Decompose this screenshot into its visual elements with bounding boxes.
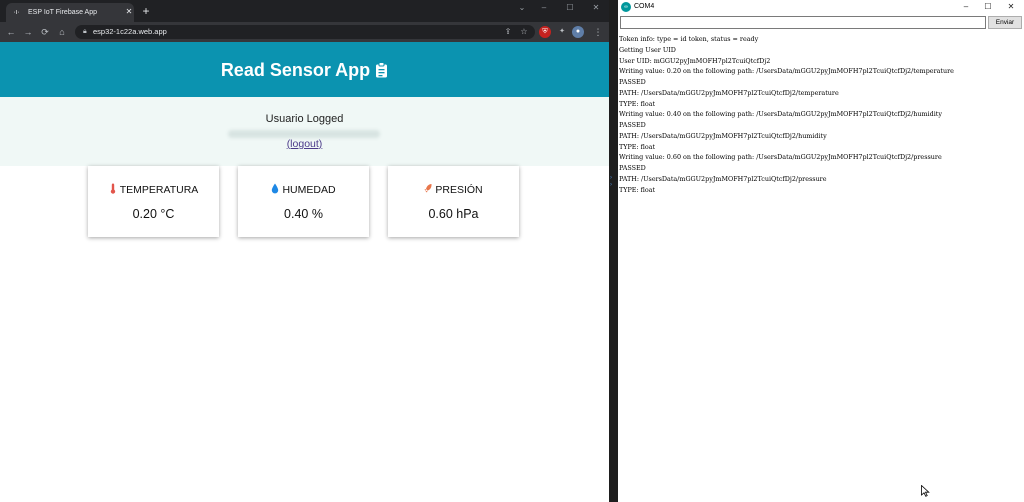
serial-minimize-button[interactable]: – xyxy=(955,0,977,14)
forward-icon[interactable]: → xyxy=(22,25,34,39)
browser-tab[interactable]: ·ı· ESP IoT Firebase App ✕ xyxy=(6,3,134,22)
card-title-text: HUMEDAD xyxy=(282,184,336,196)
card-title: PRESIÓN xyxy=(388,183,519,197)
serial-log-line: Writing value: 0.60 on the following pat… xyxy=(619,153,942,162)
home-icon[interactable]: ⌂ xyxy=(56,25,68,39)
pressure-card: PRESIÓN 0.60 hPa xyxy=(388,166,519,237)
card-title: TEMPERATURA xyxy=(88,183,219,197)
app-header: Read Sensor App xyxy=(0,42,609,97)
back-icon[interactable]: ← xyxy=(5,25,17,39)
tab-close-icon[interactable]: ✕ xyxy=(124,6,134,18)
url-text: esp32-1c22a.web.app xyxy=(93,27,167,36)
profile-avatar[interactable]: ● xyxy=(572,26,584,38)
water-drop-icon xyxy=(272,183,279,194)
serial-log-line: TYPE: float xyxy=(619,142,656,151)
menu-icon[interactable]: ⋮ xyxy=(592,25,604,39)
pressure-value: 0.60 hPa xyxy=(428,207,479,221)
minimize-button[interactable]: – xyxy=(531,0,557,16)
serial-log-line: Writing value: 0.20 on the following pat… xyxy=(619,67,954,76)
card-title: HUMEDAD xyxy=(238,183,369,197)
serial-log-line: TYPE: float xyxy=(619,185,656,194)
editor-gutter-mark: › › xyxy=(610,175,612,188)
address-bar[interactable]: 🔒︎ esp32-1c22a.web.app ⇪ ☆ xyxy=(75,25,535,39)
serial-log-line: PATH: /UsersData/mGGU2pyJmMOFH7pl2TcuiQt… xyxy=(619,88,839,97)
new-tab-button[interactable]: + xyxy=(140,4,152,18)
temperature-card: TEMPERATURA 0.20 °C xyxy=(88,166,219,237)
send-button[interactable]: Enviar xyxy=(988,16,1022,29)
tab-title: ESP IoT Firebase App xyxy=(28,9,98,16)
maximize-button[interactable]: ☐ xyxy=(557,0,583,16)
reload-icon[interactable]: ⟳ xyxy=(39,25,51,39)
serial-log-line: PASSED xyxy=(619,164,646,173)
favicon-icon: ·ı· xyxy=(13,9,20,16)
logout-text[interactable]: (logout) xyxy=(287,138,323,150)
browser-toolbar: ← → ⟳ ⌂ 🔒︎ esp32-1c22a.web.app ⇪ ☆ ⛨ ✦ ●… xyxy=(0,22,609,42)
serial-output[interactable]: Token info: type = id token, status = re… xyxy=(619,34,1024,502)
clipboard-icon xyxy=(376,62,388,78)
extension-shield-icon[interactable]: ⛨ xyxy=(539,26,551,38)
serial-input[interactable] xyxy=(620,16,986,29)
serial-maximize-button[interactable]: ☐ xyxy=(977,0,999,14)
serial-monitor-window: ∞ COM4 – ☐ ✕ Enviar Token info: type = i… xyxy=(618,0,1024,502)
card-title-text: TEMPERATURA xyxy=(119,184,199,196)
thermometer-icon xyxy=(110,183,115,194)
humidity-value: 0.40 % xyxy=(284,207,323,221)
lock-icon: 🔒︎ xyxy=(83,28,87,35)
temperature-value: 0.20 °C xyxy=(132,207,175,221)
share-icon[interactable]: ⇪ xyxy=(503,27,513,37)
extensions-puzzle-icon[interactable]: ✦ xyxy=(556,26,568,38)
user-label: Usuario Logged xyxy=(265,113,344,125)
serial-log-line: Getting User UID xyxy=(619,45,676,54)
user-section: Usuario Logged xyxy=(0,97,609,166)
page-viewport: Read Sensor App Usuario Logged (logout) … xyxy=(0,42,609,502)
serial-log-line: Writing value: 0.40 on the following pat… xyxy=(619,110,942,119)
serial-close-button[interactable]: ✕ xyxy=(1000,0,1022,14)
browser-window: ·ı· ESP IoT Firebase App ✕ + ⌄ – ☐ ✕ ← →… xyxy=(0,0,609,502)
logout-link[interactable]: (logout) xyxy=(0,137,609,151)
serial-log-line: TYPE: float xyxy=(619,99,656,108)
serial-log-line: PATH: /UsersData/mGGU2pyJmMOFH7pl2TcuiQt… xyxy=(619,131,827,140)
serial-log-line: PASSED xyxy=(619,78,646,87)
humidity-card: HUMEDAD 0.40 % xyxy=(238,166,369,237)
serial-titlebar: ∞ COM4 – ☐ ✕ xyxy=(618,0,1024,14)
bookmark-star-icon[interactable]: ☆ xyxy=(519,27,529,37)
serial-title: COM4 xyxy=(634,3,655,10)
serial-log-line: Token info: type = id token, status = re… xyxy=(619,35,759,43)
serial-log-line: PASSED xyxy=(619,121,646,130)
rocket-icon xyxy=(424,184,432,193)
window-divider: › › xyxy=(609,0,618,502)
page-title-text: Read Sensor App xyxy=(220,60,371,80)
tab-bar: ·ı· ESP IoT Firebase App ✕ + ⌄ – ☐ ✕ xyxy=(0,0,609,22)
close-button[interactable]: ✕ xyxy=(583,0,609,16)
page-title: Read Sensor App xyxy=(0,58,609,82)
mouse-cursor-icon xyxy=(921,485,930,497)
serial-log-line: PATH: /UsersData/mGGU2pyJmMOFH7pl2TcuiQt… xyxy=(619,174,827,183)
card-title-text: PRESIÓN xyxy=(435,184,483,196)
arduino-icon: ∞ xyxy=(621,2,631,12)
serial-log-line: User UID: mGGU2pyJmMOFH7pl2TcuiQtcfDj2 xyxy=(619,56,771,65)
